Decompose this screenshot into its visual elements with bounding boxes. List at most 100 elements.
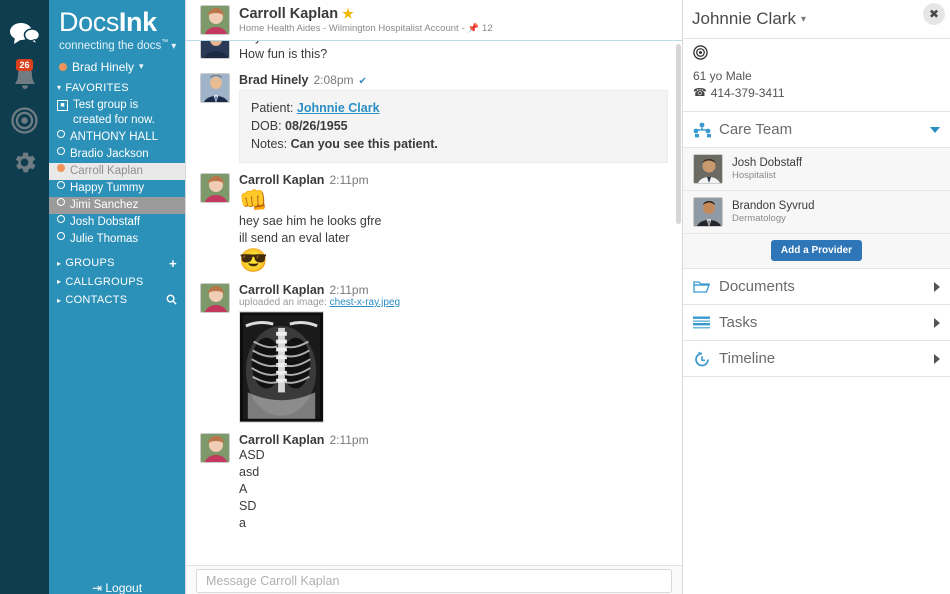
chat-scrollbar[interactable] [676, 44, 681, 224]
status-dot-online [59, 62, 67, 71]
chevron-right-icon[interactable] [934, 281, 940, 292]
sidebar-item-test-group[interactable]: ■ Test group is created for now. [49, 97, 185, 129]
chevron-right-icon: ▸ [57, 277, 62, 287]
sidebar-section-callgroups[interactable]: ▸ CALLGROUPS [49, 274, 185, 291]
status-dot-offline [57, 180, 65, 189]
sidebar-item-label: Josh Dobstaff [70, 215, 141, 228]
message-body: Carroll Kaplan 2:11pm 👊 hey sae him he l… [239, 173, 668, 273]
subtitle-separator: - [461, 23, 465, 34]
add-provider-button[interactable]: Add a Provider [770, 240, 863, 261]
chevron-down-icon: ▾ [57, 83, 62, 93]
avatar [200, 173, 230, 203]
sidebar-item-anthony-hall[interactable]: ANTHONY HALL [49, 129, 185, 146]
avatar [200, 41, 230, 59]
status-dot-online [57, 163, 65, 172]
care-team-provider[interactable]: Josh Dobstaff Hospitalist [683, 148, 950, 191]
status-dot-offline [57, 146, 65, 155]
sidebar-item-julie-thomas[interactable]: Julie Thomas [49, 231, 185, 248]
timeline-section[interactable]: Timeline [683, 341, 950, 377]
brand-chevron-down-icon[interactable]: ▾ [171, 41, 176, 52]
message-list: Hey How fun is this? [186, 41, 682, 565]
message-time: 2:11pm [329, 283, 369, 297]
icon-rail: 26 [0, 0, 49, 594]
message-author: Brad Hinely [239, 73, 309, 87]
sidebar-item-bradio-jackson[interactable]: Bradio Jackson [49, 146, 185, 163]
avatar [200, 73, 230, 103]
message-line: ill send an eval later [239, 231, 350, 245]
sidebar-item-carroll-kaplan[interactable]: Carroll Kaplan [49, 162, 185, 180]
plus-icon[interactable]: + [169, 256, 177, 271]
avatar [200, 433, 230, 463]
sidebar-item-label: Bradio Jackson [70, 147, 149, 160]
logout-button[interactable]: ⇥ Logout [49, 578, 185, 594]
callgroups-label: CALLGROUPS [65, 275, 144, 288]
phone-icon: ☎ [693, 87, 707, 99]
pin-icon: 📌 [467, 23, 480, 33]
care-team-header[interactable]: Care Team [683, 112, 950, 148]
status-dot-offline [57, 197, 65, 206]
message-input[interactable] [196, 569, 672, 593]
star-icon[interactable]: ★ [342, 6, 354, 22]
sidebar-item-label: Carroll Kaplan [70, 164, 143, 177]
tasks-section[interactable]: Tasks [683, 305, 950, 341]
chevron-right-icon[interactable] [934, 317, 940, 328]
status-dot-offline [57, 214, 65, 223]
sidebar-item-label: ANTHONY HALL [70, 130, 158, 143]
pin-count: 12 [482, 23, 493, 34]
chevron-down-icon[interactable] [930, 126, 940, 133]
message-time: 2:08pm [313, 73, 354, 87]
care-team-provider[interactable]: Brandon Syvrud Dermatology [683, 191, 950, 234]
search-icon[interactable] [166, 293, 177, 308]
notes-label: Notes: [251, 137, 288, 151]
provider-specialty: Hospitalist [732, 170, 776, 181]
tasks-label: Tasks [719, 314, 758, 331]
avatar [693, 154, 723, 184]
contacts-label: CONTACTS [65, 294, 128, 307]
patient-phone-row: ☎ 414-379-3411 [693, 85, 950, 102]
settings-gear-icon[interactable] [0, 142, 49, 182]
sidebar-section-contacts[interactable]: ▸ CONTACTS [49, 291, 185, 311]
attachment-link[interactable]: chest-x-ray.jpeg [330, 297, 400, 308]
message-line: a [239, 516, 246, 530]
message-meta: Carroll Kaplan 2:11pm [239, 173, 668, 187]
dob-value: 08/26/1955 [285, 119, 348, 133]
brand-name-bold: Ink [118, 7, 157, 37]
sidebar-item-josh-dobstaff[interactable]: Josh Dobstaff [49, 214, 185, 231]
close-icon[interactable]: ✖ [923, 3, 945, 25]
notifications-bell-icon[interactable]: 26 [0, 58, 49, 98]
add-provider-wrap: Add a Provider [683, 234, 950, 268]
chest-xray-thumbnail[interactable] [239, 311, 324, 423]
target-icon[interactable] [0, 100, 49, 140]
app-root: 26 DocsInk connecting the docs™ ▾ Brad Hi… [0, 0, 950, 594]
care-team-icon [693, 122, 713, 138]
messages-icon[interactable] [0, 14, 49, 54]
patient-name-row[interactable]: Johnnie Clark ▾ [683, 0, 950, 39]
brand-name-light: Docs [59, 7, 119, 37]
chat-subtitle-label: Home Health Aides - Wilmington Hospitali… [239, 23, 459, 34]
chevron-down-icon[interactable]: ▾ [801, 14, 806, 25]
patient-card: Patient: Johnnie Clark DOB: 08/26/1955 N… [239, 90, 668, 163]
chevron-right-icon[interactable] [934, 353, 940, 364]
message-author: Carroll Kaplan [239, 283, 325, 297]
message-meta: Brad Hinely 2:08pm ✔ [239, 73, 668, 87]
message-body: Carroll Kaplan 2:11pm ASD asd A SD a [239, 433, 668, 532]
sidebar-item-jimi-sanchez[interactable]: Jimi Sanchez [49, 196, 185, 214]
patient-name: Johnnie Clark [692, 9, 796, 28]
emoji-fist-bump: 👊 [239, 187, 268, 213]
favorites-label: FAVORITES [65, 81, 129, 94]
patient-panel: ✖ Johnnie Clark ▾ 61 yo Male ☎ 414-379-3… [682, 0, 950, 594]
sidebar-section-groups[interactable]: ▸ GROUPS + [49, 254, 185, 274]
patient-demographics-label: 61 yo Male [693, 69, 752, 83]
documents-section[interactable]: Documents [683, 269, 950, 305]
sidebar-item-happy-tummy[interactable]: Happy Tummy [49, 180, 185, 197]
dob-row: DOB: 08/26/1955 [251, 117, 656, 135]
current-user-row[interactable]: Brad Hinely ▾ [49, 53, 185, 80]
patient-label: Patient: [251, 101, 294, 115]
care-team-list: Josh Dobstaff Hospitalist Brandon Syvrud… [683, 148, 950, 269]
check-icon: ✔ [358, 76, 367, 87]
patient-info: 61 yo Male ☎ 414-379-3411 [683, 39, 950, 112]
patient-row: Patient: Johnnie Clark [251, 99, 656, 117]
user-chevron-down-icon[interactable]: ▾ [139, 61, 144, 72]
favorites-section-header[interactable]: ▾ FAVORITES [49, 80, 185, 97]
patient-link[interactable]: Johnnie Clark [297, 101, 380, 115]
